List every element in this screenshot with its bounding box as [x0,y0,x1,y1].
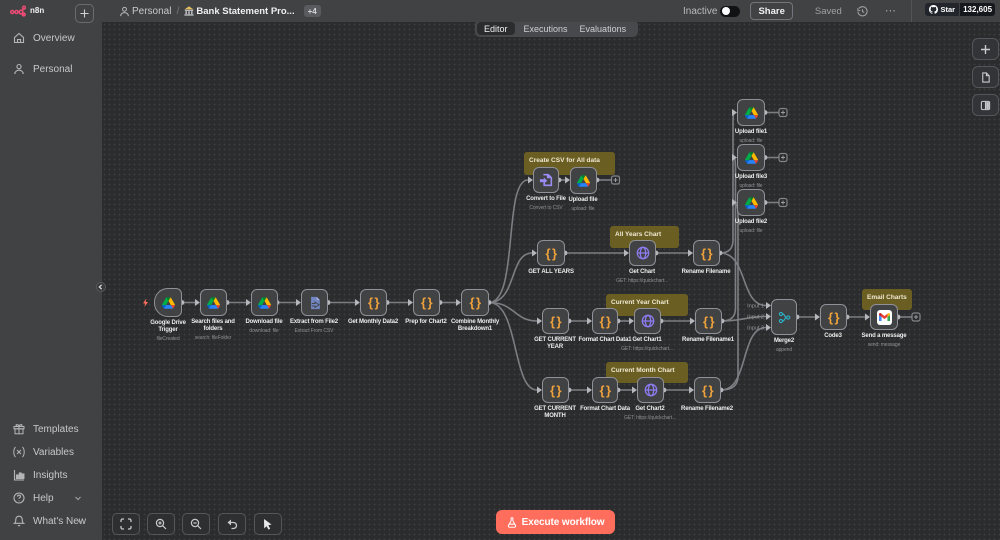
svg-text:Input 2: Input 2 [747,315,764,321]
svg-text:Input 1: Input 1 [747,304,764,310]
svg-text:Input 3: Input 3 [747,326,764,332]
